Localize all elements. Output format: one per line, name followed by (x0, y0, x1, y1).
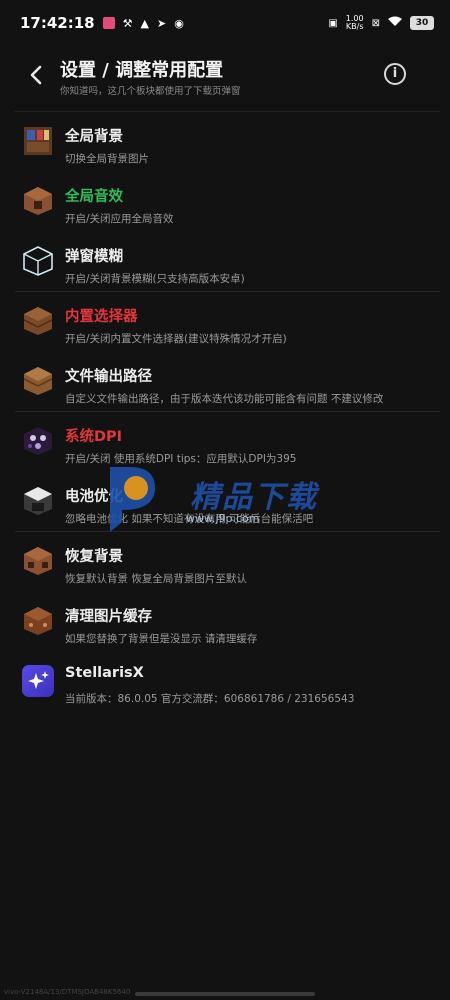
warning-icon: ▲ (140, 16, 149, 30)
group-divider (15, 291, 440, 292)
setting-battery-optimization[interactable]: 电池优化 忽略电池优化 如果不知道有没有用 可能后台能保活吧 (0, 475, 450, 535)
jukebox-icon (22, 545, 54, 577)
setting-builtin-picker[interactable]: 内置选择器 开启/关闭内置文件选择器(建议特殊情况才开启) (0, 295, 450, 355)
setting-clear-image-cache[interactable]: 清理图片缓存 如果您替换了背景但是没显示 请清理缓存 (0, 595, 450, 655)
app-version-info: 当前版本：86.0.05 官方交流群：606861786 / 231656543 (65, 693, 355, 705)
wifi-icon (388, 16, 402, 30)
note-block-icon (22, 185, 54, 217)
status-notification-icons: ⚒ ▲ ➤ ◉ (102, 16, 184, 30)
setting-system-dpi[interactable]: 系统DPI 开启/关闭 使用系统DPI tips：应用默认DPI为395 (0, 415, 450, 475)
setting-label: 全局背景 (65, 129, 123, 145)
setting-global-sound[interactable]: 全局音效 开启/关闭应用全局音效 (0, 175, 450, 235)
setting-label: 弹窗模糊 (65, 249, 123, 265)
setting-description: 开启/关闭应用全局音效 (65, 213, 174, 225)
app-info-stellarisx[interactable]: StellarisX 当前版本：86.0.05 官方交流群：606861786 … (0, 655, 450, 715)
network-speed: 1.00 KB/s (346, 15, 364, 31)
setting-description: 开启/关闭 使用系统DPI tips：应用默认DPI为395 (65, 453, 297, 465)
status-system-icons: ▣ 1.00 KB/s ⊠ 30 (328, 15, 434, 31)
send-icon: ➤ (156, 16, 167, 30)
setting-description: 恢复默认背景 恢复全局背景图片至默认 (65, 573, 247, 585)
page-header: 设置 / 调整常用配置 你知道吗，这几个板块都使用了下载页弹窗 i (0, 52, 450, 104)
status-bar: 17:42:18 ⚒ ▲ ➤ ◉ ▣ 1.00 KB/s ⊠ 30 (0, 0, 450, 46)
network-speed-unit: KB/s (345, 22, 364, 31)
setting-description: 切换全局背景图片 (65, 153, 149, 165)
setting-label: 恢复背景 (65, 549, 123, 565)
setting-description: 开启/关闭内置文件选择器(建议特殊情况才开启) (65, 333, 287, 345)
battery-indicator: 30 (410, 16, 434, 30)
setting-label: 电池优化 (65, 489, 123, 505)
nfc-icon: ▣ (328, 17, 338, 29)
device-build-id: vivo-V2148A/13/DTMSJOAB48K5640 (4, 988, 131, 996)
stellaris-app-icon (22, 665, 54, 697)
setting-label: 清理图片缓存 (65, 609, 152, 625)
cat-app-icon: ◉ (174, 16, 184, 30)
setting-description: 自定义文件输出路径，由于版本迭代该功能可能含有问题 不建议修改 (65, 393, 384, 405)
setting-label: 内置选择器 (65, 309, 138, 325)
group-divider (15, 411, 440, 412)
crying-obsidian-icon (22, 425, 54, 457)
page-subtitle: 你知道吗，这几个板块都使用了下载页弹窗 (60, 86, 241, 97)
setting-restore-background[interactable]: 恢复背景 恢复默认背景 恢复全局背景图片至默认 (0, 535, 450, 595)
setting-label: 文件输出路径 (65, 369, 152, 385)
app-notification-icon (102, 17, 115, 29)
page-title: 设置 / 调整常用配置 (60, 60, 224, 81)
info-button[interactable]: i (384, 63, 406, 85)
setting-description: 开启/关闭背景模糊(只支持高版本安卓) (65, 273, 245, 285)
no-sim-icon: ⊠ (371, 17, 380, 29)
setting-description: 忽略电池优化 如果不知道有没有用 可能后台能保活吧 (65, 513, 314, 525)
furnace-icon (22, 485, 54, 517)
setting-label: 系统DPI (65, 429, 123, 445)
setting-label: 全局音效 (65, 189, 123, 205)
chest-icon (22, 365, 54, 397)
home-indicator[interactable] (135, 992, 315, 996)
book-block-icon (22, 125, 54, 157)
chevron-left-icon (30, 65, 42, 85)
setting-output-path[interactable]: 文件输出路径 自定义文件输出路径，由于版本迭代该功能可能含有问题 不建议修改 (0, 355, 450, 415)
setting-popup-blur[interactable]: 弹窗模糊 开启/关闭背景模糊(只支持高版本安卓) (0, 235, 450, 295)
header-divider (15, 111, 440, 112)
crafting-block-icon (22, 605, 54, 637)
setting-global-background[interactable]: 全局背景 切换全局背景图片 (0, 115, 450, 175)
back-button[interactable] (26, 64, 48, 86)
status-time: 17:42:18 (20, 14, 95, 32)
barrel-icon (22, 305, 54, 337)
app-name: StellarisX (65, 665, 144, 681)
group-divider (15, 531, 440, 532)
glass-block-icon (22, 245, 54, 277)
tools-icon: ⚒ (122, 16, 133, 30)
setting-description: 如果您替换了背景但是没显示 请清理缓存 (65, 633, 258, 645)
